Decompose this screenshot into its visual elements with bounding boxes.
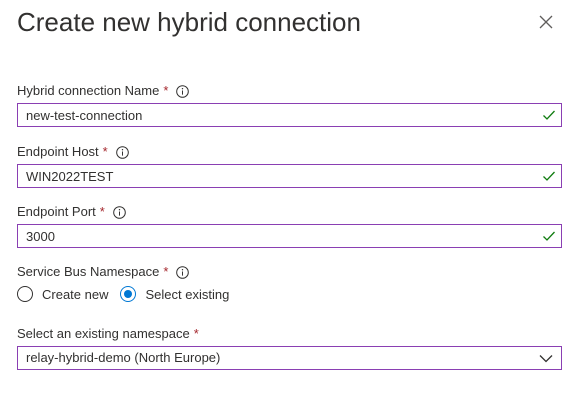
close-icon	[539, 15, 553, 29]
info-icon[interactable]	[113, 205, 126, 219]
valid-check-icon	[543, 110, 555, 120]
radio-circle[interactable]	[120, 286, 137, 302]
service-bus-namespace-radio-group: Create new Select existing	[17, 284, 229, 304]
endpoint-host-input[interactable]	[18, 165, 526, 187]
endpoint-port-label: Endpoint Port *	[17, 203, 126, 221]
endpoint-host-label: Endpoint Host *	[17, 143, 129, 161]
required-indicator: *	[193, 326, 199, 341]
radio-label: Create new	[42, 286, 109, 302]
close-button[interactable]	[534, 10, 558, 34]
valid-check-icon	[543, 171, 555, 181]
required-indicator: *	[99, 204, 105, 219]
service-bus-namespace-label: Service Bus Namespace *	[17, 263, 190, 281]
existing-namespace-label: Select an existing namespace *	[17, 326, 199, 341]
info-icon[interactable]	[176, 265, 190, 279]
radio-create-new[interactable]: Create new	[17, 286, 108, 302]
chevron-down-icon	[539, 355, 553, 363]
required-indicator: *	[102, 144, 108, 159]
info-icon[interactable]	[115, 145, 129, 159]
radio-circle[interactable]	[17, 286, 33, 302]
connection-name-input[interactable]	[18, 104, 526, 126]
radio-select-existing[interactable]: Select existing	[120, 286, 229, 302]
info-icon[interactable]	[176, 84, 190, 98]
endpoint-host-field[interactable]	[17, 164, 562, 188]
connection-name-label: Hybrid connection Name *	[17, 82, 190, 100]
existing-namespace-dropdown[interactable]: relay-hybrid-demo (North Europe)	[17, 346, 562, 370]
radio-label: Select existing	[145, 286, 230, 302]
required-indicator: *	[163, 83, 169, 98]
connection-name-field[interactable]	[17, 103, 562, 127]
required-indicator: *	[163, 264, 169, 279]
valid-check-icon	[543, 231, 555, 241]
endpoint-port-input[interactable]	[18, 225, 526, 247]
panel-title: Create new hybrid connection	[17, 7, 361, 37]
dropdown-selected-value: relay-hybrid-demo (North Europe)	[26, 350, 221, 365]
endpoint-port-field[interactable]	[17, 224, 562, 248]
